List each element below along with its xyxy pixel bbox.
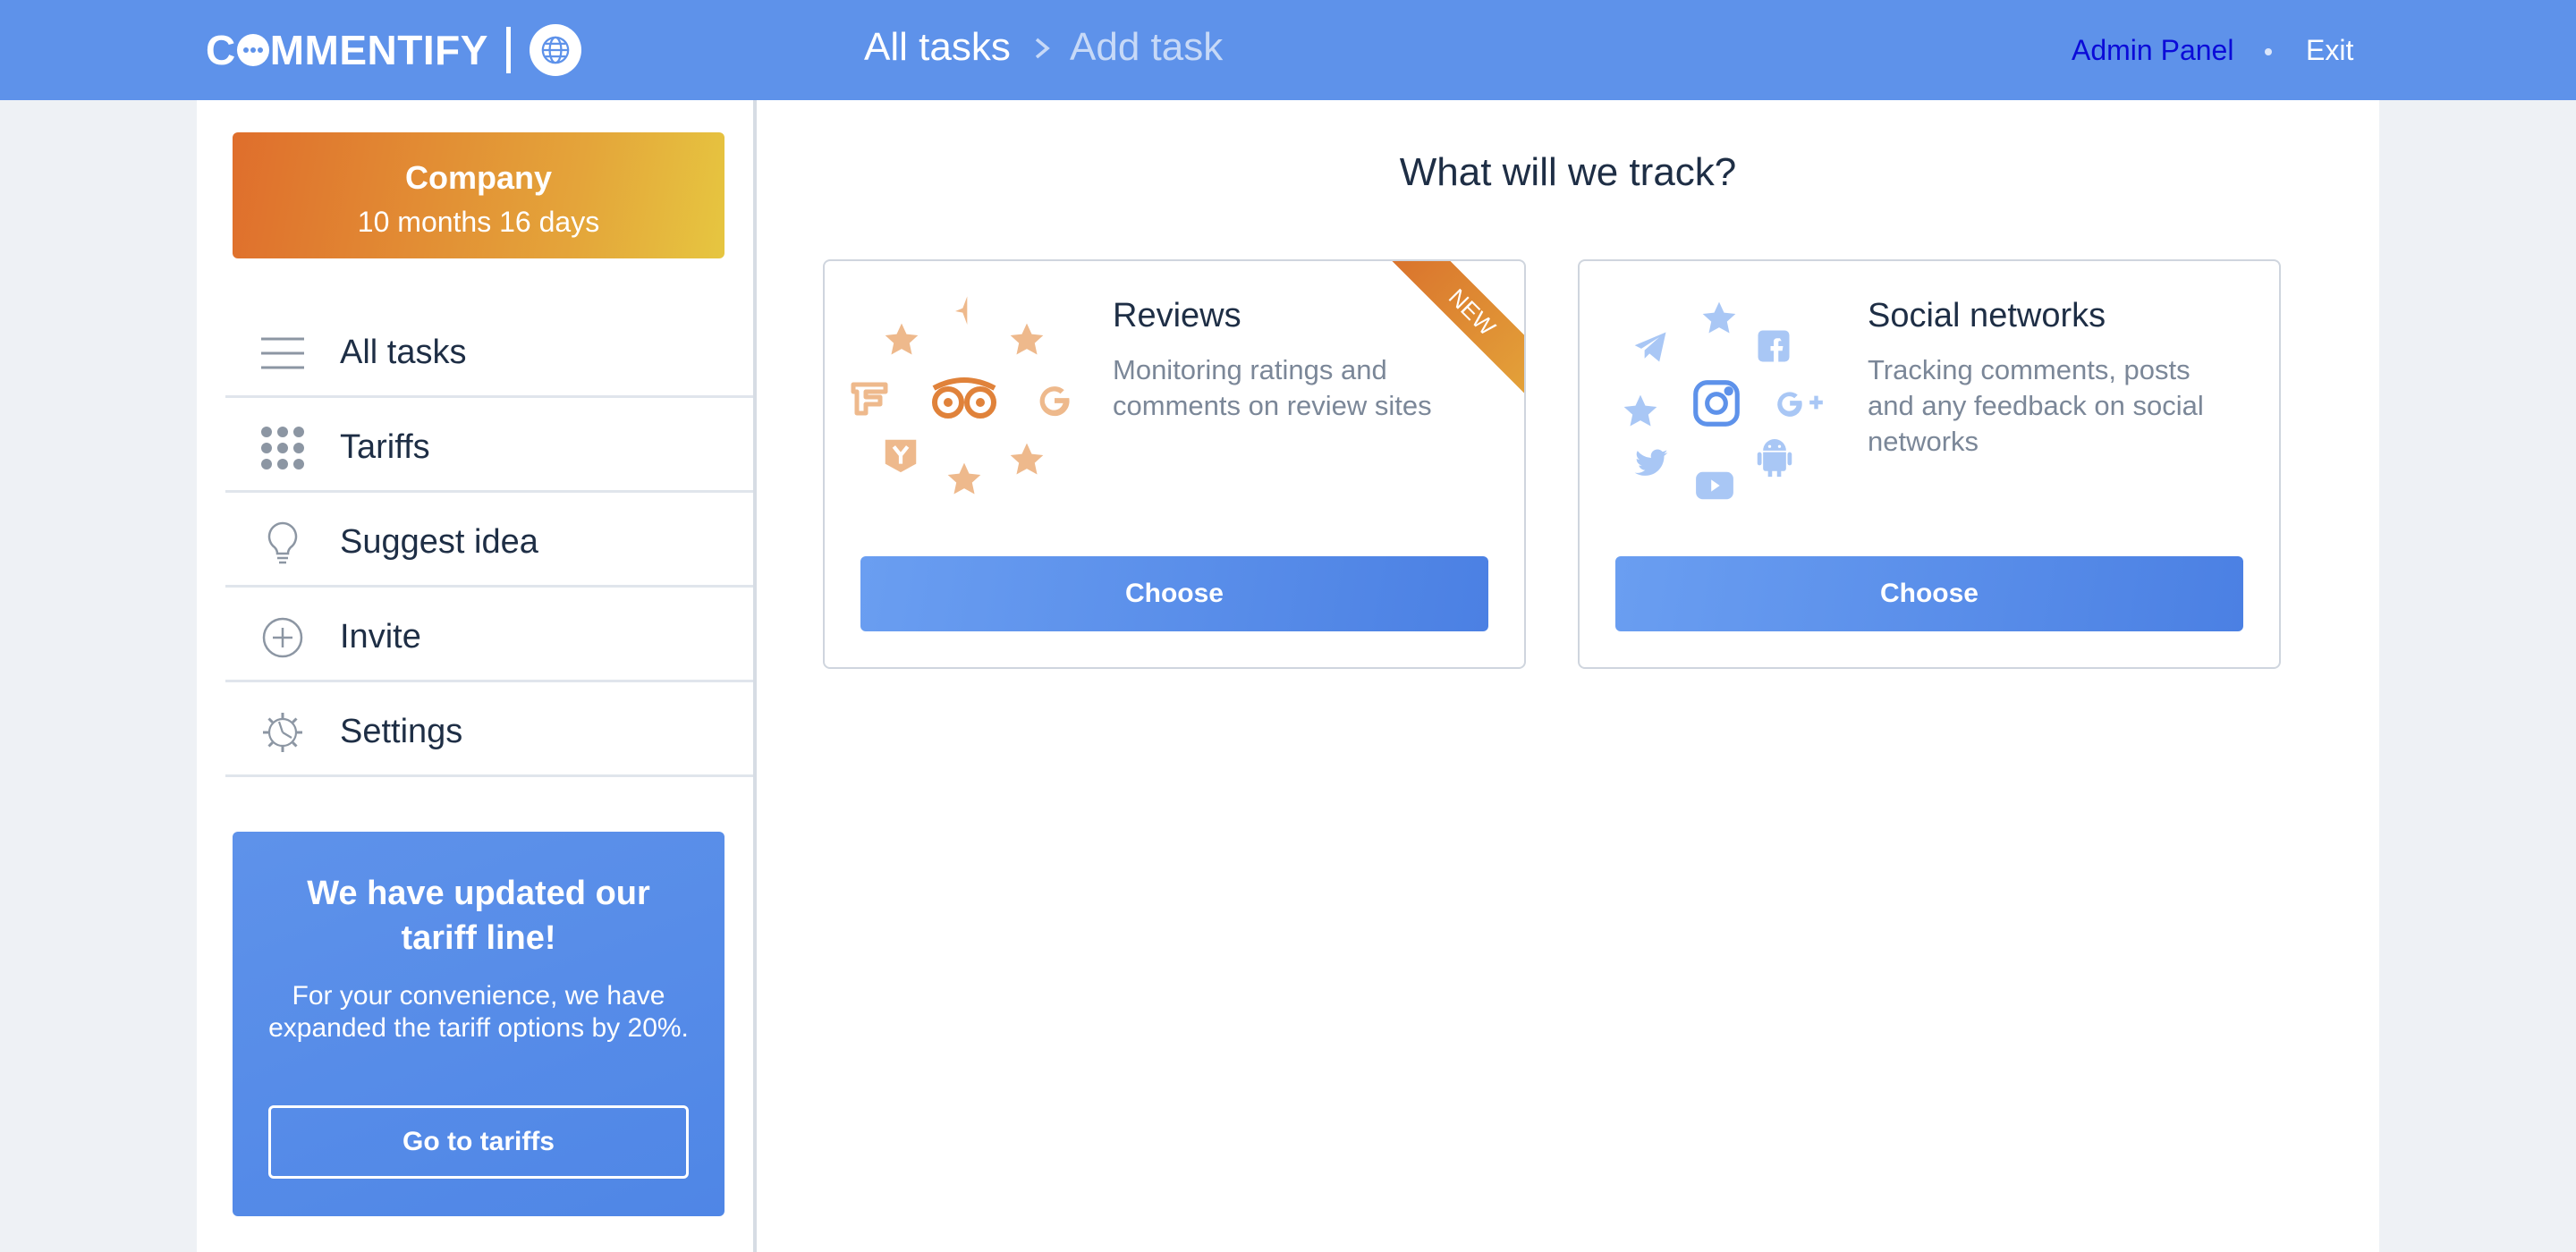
breadcrumb-add-task: Add task — [1070, 25, 1224, 69]
yelp-icon — [885, 439, 917, 473]
logo-text: MMENTIFY — [269, 27, 488, 73]
plus-circle-icon — [259, 614, 306, 661]
google-icon — [1039, 386, 1070, 417]
star-icon — [1010, 443, 1044, 475]
header-dot-separator — [2265, 48, 2272, 55]
card-title: Reviews — [1113, 297, 1241, 334]
admin-panel-link[interactable]: Admin Panel — [2072, 34, 2233, 67]
globe-icon — [541, 36, 570, 64]
promo-title: We have updated our tariff line! — [307, 875, 650, 957]
instagram-icon — [1693, 380, 1740, 427]
tariff-promo-card: We have updated our tariff line! For you… — [233, 832, 724, 1216]
card-description: Tracking comments, posts and any feedbac… — [1868, 354, 2204, 457]
company-name: Company — [404, 159, 553, 196]
facebook-review-icon — [851, 382, 888, 416]
breadcrumb-all-tasks[interactable]: All tasks — [864, 25, 1011, 70]
sidebar-item-label: Suggest idea — [340, 523, 538, 561]
sidebar-item-label: Settings — [340, 713, 463, 750]
chevron-right-icon — [1035, 38, 1050, 59]
social-networks-card[interactable]: Social networks Tracking comments, posts… — [1578, 259, 2281, 669]
top-bar: C MMENTIFY All tasks Add task Admin Panel… — [0, 0, 2576, 100]
google-plus-icon — [1777, 392, 1823, 417]
tripadvisor-icon — [932, 377, 996, 419]
android-icon — [1757, 439, 1792, 478]
telegram-icon — [1634, 332, 1666, 362]
logo-separator — [506, 27, 511, 73]
language-button[interactable] — [530, 24, 581, 76]
gear-icon — [259, 709, 306, 756]
sidebar-item-tariffs[interactable]: Tariffs — [225, 398, 753, 493]
foursquare-icon — [955, 296, 968, 325]
sidebar-item-invite[interactable]: Invite — [225, 588, 753, 682]
sidebar-divider — [753, 100, 757, 1252]
choose-social-networks-button[interactable]: Choose — [1615, 556, 2243, 631]
review-sites-icon-cluster — [851, 293, 1080, 517]
menu-icon — [259, 330, 306, 376]
chat-bubble-icon — [236, 34, 269, 66]
facebook-icon — [1758, 330, 1790, 362]
subscription-remaining: 10 months 16 days — [357, 206, 600, 238]
star-icon — [1702, 301, 1736, 334]
twitter-icon — [1634, 449, 1668, 476]
card-description: Monitoring ratings and comments on revie… — [1113, 354, 1432, 421]
page-title: What will we track? — [1399, 150, 1737, 194]
card-title: Social networks — [1868, 297, 2106, 334]
commentify-logo[interactable]: C MMENTIFY — [206, 23, 488, 77]
sidebar-item-label: Tariffs — [340, 428, 430, 466]
sidebar-item-settings[interactable]: Settings — [225, 682, 753, 777]
star-icon — [1623, 394, 1657, 427]
promo-text: For your convenience, we have expanded t… — [268, 981, 689, 1043]
star-icon — [1010, 323, 1044, 355]
sidebar-item-all-tasks[interactable]: All tasks — [225, 303, 753, 398]
company-card[interactable]: Company 10 months 16 days — [233, 132, 724, 258]
youtube-icon — [1696, 471, 1733, 500]
go-to-tariffs-button[interactable]: Go to tariffs — [268, 1105, 689, 1179]
sidebar-item-suggest-idea[interactable]: Suggest idea — [225, 493, 753, 588]
sidebar-item-label: All tasks — [340, 334, 467, 371]
star-icon — [947, 462, 981, 495]
logo-letter: C — [206, 27, 236, 73]
grid-icon — [259, 425, 306, 471]
lightbulb-icon — [259, 520, 306, 566]
star-icon — [885, 323, 919, 355]
sidebar-item-label: Invite — [340, 618, 421, 656]
reviews-card[interactable]: NEW Reviews Monitoring ratings and comme… — [823, 259, 1526, 669]
exit-link[interactable]: Exit — [2306, 34, 2353, 67]
choose-reviews-button[interactable]: Choose — [860, 556, 1488, 631]
social-networks-icon-cluster — [1612, 293, 1835, 517]
